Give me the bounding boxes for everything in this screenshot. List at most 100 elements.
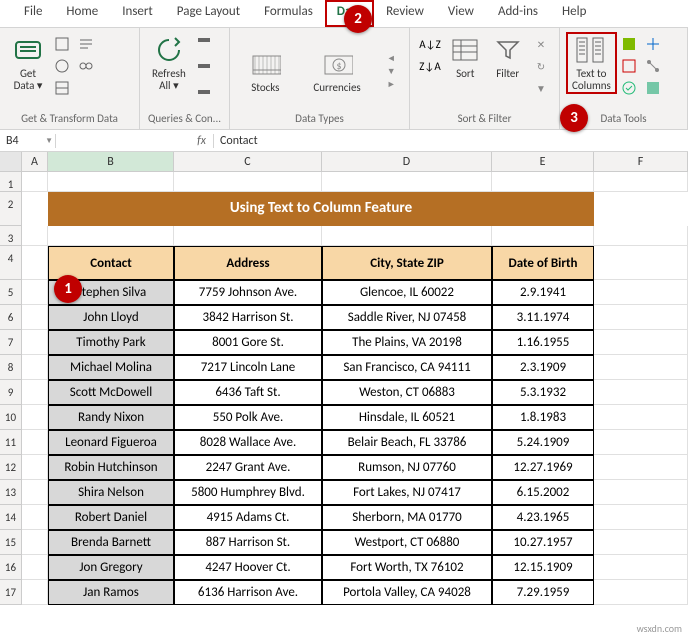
currencies-button[interactable]: $ Currencies bbox=[307, 46, 366, 96]
tab-help[interactable]: Help bbox=[550, 0, 598, 27]
cell-address[interactable]: 5800 Humphrey Blvd. bbox=[174, 480, 322, 505]
cell-address[interactable]: 7217 Lincoln Lane bbox=[174, 355, 322, 380]
cell-city[interactable]: Glencoe, IL 60022 bbox=[322, 280, 492, 305]
row-header[interactable]: 11 bbox=[0, 430, 22, 455]
cell-city[interactable]: Saddle River, NJ 07458 bbox=[322, 305, 492, 330]
header-dob[interactable]: Date of Birth bbox=[492, 246, 594, 280]
row-header[interactable]: 6 bbox=[0, 305, 22, 330]
col-header-d[interactable]: D bbox=[322, 152, 492, 171]
cell-dob[interactable]: 12.15.1909 bbox=[492, 555, 594, 580]
cell-city[interactable]: Fort Lakes, NJ 07417 bbox=[322, 480, 492, 505]
row-header[interactable]: 9 bbox=[0, 380, 22, 405]
formula-input[interactable]: Contact bbox=[214, 134, 688, 148]
row-header[interactable]: 2 bbox=[0, 192, 22, 226]
tab-home[interactable]: Home bbox=[54, 0, 110, 27]
cell-dob[interactable]: 1.8.1983 bbox=[492, 405, 594, 430]
col-header-a[interactable]: A bbox=[22, 152, 48, 171]
cell-contact[interactable]: Scott McDowell bbox=[48, 380, 174, 405]
name-box[interactable]: B4▼ bbox=[0, 134, 56, 148]
tab-view[interactable]: View bbox=[436, 0, 486, 27]
properties-icon[interactable] bbox=[194, 56, 214, 76]
cell-address[interactable]: 7759 Johnson Ave. bbox=[174, 280, 322, 305]
cell-dob[interactable]: 6.15.2002 bbox=[492, 480, 594, 505]
cell-city[interactable]: Weston, CT 06883 bbox=[322, 380, 492, 405]
cell-address[interactable]: 550 Polk Ave. bbox=[174, 405, 322, 430]
recent-sources-icon[interactable] bbox=[76, 34, 96, 54]
cell-dob[interactable]: 1.16.1955 bbox=[492, 330, 594, 355]
fx-icon[interactable]: fx bbox=[190, 134, 214, 148]
cell-dob[interactable]: 3.11.1974 bbox=[492, 305, 594, 330]
sort-button[interactable]: Sort bbox=[444, 32, 487, 82]
col-header-e[interactable]: E bbox=[492, 152, 594, 171]
refresh-all-button[interactable]: Refresh All ▾ bbox=[146, 32, 192, 94]
cell-city[interactable]: Sherborn, MA 01770 bbox=[322, 505, 492, 530]
cell-contact[interactable]: Jon Gregory bbox=[48, 555, 174, 580]
row-header[interactable]: 3 bbox=[0, 226, 22, 246]
data-types-nav[interactable]: ◄▼► bbox=[387, 53, 396, 90]
row-header[interactable]: 1 bbox=[0, 172, 22, 192]
existing-connections-icon[interactable] bbox=[76, 56, 96, 76]
col-header-f[interactable]: F bbox=[594, 152, 688, 171]
cell-dob[interactable]: 7.29.1959 bbox=[492, 580, 594, 605]
tab-page-layout[interactable]: Page Layout bbox=[165, 0, 252, 27]
row-header[interactable]: 14 bbox=[0, 505, 22, 530]
row-header[interactable]: 7 bbox=[0, 330, 22, 355]
from-table-icon[interactable] bbox=[52, 78, 72, 98]
flash-fill-icon[interactable] bbox=[619, 34, 639, 54]
cell-dob[interactable]: 2.3.1909 bbox=[492, 355, 594, 380]
cell-dob[interactable]: 12.27.1969 bbox=[492, 455, 594, 480]
col-header-c[interactable]: C bbox=[174, 152, 322, 171]
select-all-cell[interactable] bbox=[0, 152, 22, 171]
cell-city[interactable]: Portola Valley, CA 94028 bbox=[322, 580, 492, 605]
tab-add-ins[interactable]: Add-ins bbox=[486, 0, 550, 27]
data-validation-icon[interactable] bbox=[619, 78, 639, 98]
clear-filter-icon[interactable]: ✕ bbox=[531, 34, 551, 54]
cell-contact[interactable]: Timothy Park bbox=[48, 330, 174, 355]
cell-contact[interactable]: Leonard Figueroa bbox=[48, 430, 174, 455]
cell-address[interactable]: 4915 Adams Ct. bbox=[174, 505, 322, 530]
tab-file[interactable]: File bbox=[12, 0, 54, 27]
cell-contact[interactable]: John Lloyd bbox=[48, 305, 174, 330]
row-header[interactable]: 13 bbox=[0, 480, 22, 505]
consolidate-icon[interactable] bbox=[643, 34, 663, 54]
row-header[interactable]: 15 bbox=[0, 530, 22, 555]
cell-contact[interactable]: Randy Nixon bbox=[48, 405, 174, 430]
cell-contact[interactable]: Robin Hutchinson bbox=[48, 455, 174, 480]
cell-contact[interactable]: Robert Daniel bbox=[48, 505, 174, 530]
cell-address[interactable]: 8001 Gore St. bbox=[174, 330, 322, 355]
tab-insert[interactable]: Insert bbox=[110, 0, 165, 27]
header-city[interactable]: City, State ZIP bbox=[322, 246, 492, 280]
queries-icon[interactable] bbox=[194, 34, 214, 54]
stocks-button[interactable]: Stocks bbox=[243, 46, 287, 96]
row-header[interactable]: 12 bbox=[0, 455, 22, 480]
from-web-icon[interactable] bbox=[52, 56, 72, 76]
tab-formulas[interactable]: Formulas bbox=[252, 0, 325, 27]
manage-data-model-icon[interactable] bbox=[643, 78, 663, 98]
remove-duplicates-icon[interactable] bbox=[619, 56, 639, 76]
row-header[interactable]: 5 bbox=[0, 280, 22, 305]
row-header[interactable]: 10 bbox=[0, 405, 22, 430]
chevron-down-icon[interactable]: ▼ bbox=[45, 136, 53, 146]
cell-address[interactable]: 4247 Hoover Ct. bbox=[174, 555, 322, 580]
cell-contact[interactable]: Brenda Barnett bbox=[48, 530, 174, 555]
cell-city[interactable]: Belair Beach, FL 33786 bbox=[322, 430, 492, 455]
get-data-button[interactable]: Get Data ▾ bbox=[6, 32, 50, 94]
cell-city[interactable]: The Plains, VA 20198 bbox=[322, 330, 492, 355]
filter-button[interactable]: Filter bbox=[487, 32, 530, 82]
cell-address[interactable]: 887 Harrison St. bbox=[174, 530, 322, 555]
tab-review[interactable]: Review bbox=[374, 0, 436, 27]
row-header[interactable]: 17 bbox=[0, 580, 22, 605]
row-header[interactable]: 4 bbox=[0, 246, 22, 280]
cell-address[interactable]: 3842 Harrison St. bbox=[174, 305, 322, 330]
cell-dob[interactable]: 2.9.1941 bbox=[492, 280, 594, 305]
cell-city[interactable]: Hinsdale, IL 60521 bbox=[322, 405, 492, 430]
from-text-icon[interactable] bbox=[52, 34, 72, 54]
header-address[interactable]: Address bbox=[174, 246, 322, 280]
cell-address[interactable]: 6436 Taft St. bbox=[174, 380, 322, 405]
cell-contact[interactable]: Jan Ramos bbox=[48, 580, 174, 605]
cell-dob[interactable]: 5.3.1932 bbox=[492, 380, 594, 405]
row-header[interactable]: 8 bbox=[0, 355, 22, 380]
cell-dob[interactable]: 5.24.1909 bbox=[492, 430, 594, 455]
edit-links-icon[interactable] bbox=[194, 78, 214, 98]
cell-city[interactable]: San Francisco, CA 94111 bbox=[322, 355, 492, 380]
